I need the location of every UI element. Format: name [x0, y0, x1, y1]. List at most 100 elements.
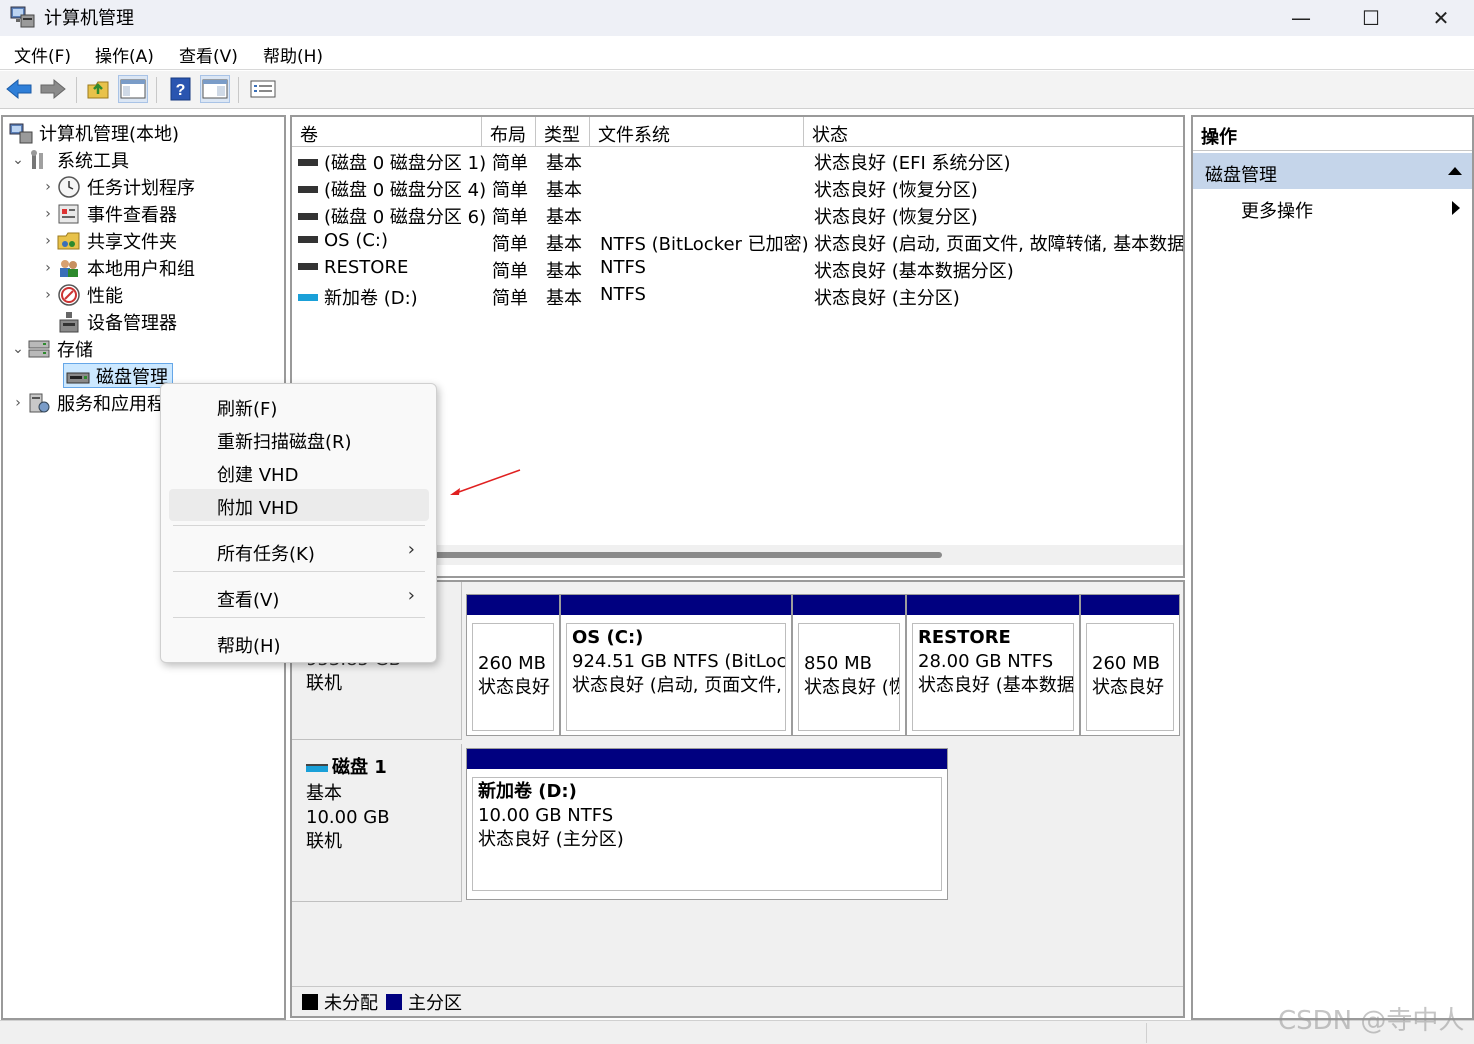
- tree-item-performance[interactable]: › 性能: [7, 281, 282, 308]
- legend-primary: 主分区: [408, 992, 462, 1014]
- volume-cell: (磁盘 0 磁盘分区 1): [298, 149, 486, 175]
- menu-separator: [173, 617, 425, 618]
- fs-cell: NTFS (BitLocker 已加密): [600, 234, 809, 255]
- forward-icon: [40, 78, 66, 100]
- status-bar-divider: [1146, 1023, 1147, 1043]
- chevron-right-icon[interactable]: ›: [39, 233, 57, 249]
- shared-folder-icon: [57, 232, 80, 249]
- chevron-right-icon[interactable]: ›: [39, 179, 57, 195]
- computer-management-icon: [10, 6, 35, 28]
- menu-item-all-tasks[interactable]: 所有任务(K) ›: [169, 535, 429, 567]
- header-label: 文件系统: [598, 125, 670, 146]
- tree-item-storage[interactable]: ⌄ 存储: [7, 335, 282, 362]
- partition-new-volume-d[interactable]: 新加卷 (D:) 10.00 GB NTFS 状态良好 (主分区): [466, 748, 948, 900]
- tree-item-local-users[interactable]: › 本地用户和组: [7, 254, 282, 281]
- performance-icon: [58, 283, 80, 306]
- disk-online: 联机: [306, 831, 342, 852]
- minimize-icon: —: [1291, 6, 1311, 30]
- actions-section-disk-management[interactable]: 磁盘管理: [1193, 153, 1472, 189]
- table-row[interactable]: (磁盘 0 磁盘分区 1) 简单 基本 状态良好 (EFI 系统分区): [292, 149, 1183, 176]
- tree-item-root[interactable]: 计算机管理(本地): [7, 119, 282, 146]
- window-title: 计算机管理: [44, 8, 134, 29]
- minimize-button[interactable]: —: [1266, 0, 1336, 36]
- menu-item-rescan-disks[interactable]: 重新扫描磁盘(R): [169, 423, 429, 455]
- collapse-up-icon[interactable]: [1448, 167, 1462, 175]
- partition-recovery[interactable]: 850 MB 状态良好 (恢: [792, 594, 906, 736]
- menu-item-refresh[interactable]: 刷新(F): [169, 390, 429, 422]
- scrollbar-thumb[interactable]: [432, 552, 942, 558]
- type-cell: 基本: [546, 153, 582, 174]
- maximize-icon: ☐: [1362, 6, 1380, 30]
- partition-status: 状态良好 (主分区): [478, 829, 624, 850]
- layout-cell: 简单: [492, 261, 528, 282]
- type-cell: 基本: [546, 234, 582, 255]
- layout-cell: 简单: [492, 234, 528, 255]
- table-row[interactable]: RESTORE 简单 基本 NTFS 状态良好 (基本数据分区): [292, 257, 1183, 284]
- tree-label: 本地用户和组: [87, 258, 195, 280]
- menu-item-attach-vhd[interactable]: 附加 VHD: [169, 489, 429, 521]
- toolbar: ?: [0, 71, 1474, 109]
- properties-button[interactable]: [248, 75, 278, 103]
- partition-body: 850 MB 状态良好 (恢: [798, 623, 900, 731]
- table-row[interactable]: OS (C:) 简单 基本 NTFS (BitLocker 已加密) 状态良好 …: [292, 230, 1183, 257]
- menu-separator: [173, 571, 425, 572]
- column-header-status[interactable]: 状态: [804, 117, 1183, 147]
- action-pane-button[interactable]: [200, 75, 230, 103]
- partition-size: 260 MB: [478, 653, 546, 674]
- tree-item-system-tools[interactable]: ⌄ 系统工具: [7, 146, 282, 173]
- chevron-right-icon[interactable]: ›: [9, 395, 27, 411]
- legend: 未分配 主分区: [292, 986, 1183, 1016]
- column-header-filesystem[interactable]: 文件系统: [590, 117, 804, 147]
- tree-item-event-viewer[interactable]: › 事件查看器: [7, 200, 282, 227]
- column-header-layout[interactable]: 布局: [482, 117, 536, 147]
- partition-recovery-2[interactable]: 260 MB 状态良好: [1080, 594, 1180, 736]
- partition-efi[interactable]: 260 MB 状态良好: [466, 594, 560, 736]
- partition-os-c[interactable]: OS (C:) 924.51 GB NTFS (BitLocke 状态良好 (启…: [560, 594, 792, 736]
- chevron-right-icon[interactable]: ›: [39, 206, 57, 222]
- menu-item-create-vhd[interactable]: 创建 VHD: [169, 456, 429, 488]
- volume-icon: [298, 159, 318, 166]
- forward-button[interactable]: [38, 75, 68, 103]
- back-icon: [6, 78, 32, 100]
- up-button[interactable]: [84, 75, 114, 103]
- column-header-type[interactable]: 类型: [536, 117, 590, 147]
- title-bar[interactable]: 计算机管理 — ☐ ✕: [0, 0, 1474, 36]
- chevron-right-icon[interactable]: ›: [39, 287, 57, 303]
- system-tools-icon: [31, 149, 43, 169]
- close-button[interactable]: ✕: [1406, 0, 1474, 36]
- chevron-right-icon[interactable]: ›: [39, 260, 57, 276]
- layout-cell: 简单: [492, 180, 528, 201]
- menu-file[interactable]: 文件(F): [14, 42, 71, 67]
- partition-size: 924.51 GB NTFS (BitLocke: [572, 651, 786, 672]
- toolbar-separator: [238, 77, 239, 103]
- tree-item-task-scheduler[interactable]: › 任务计划程序: [7, 173, 282, 200]
- maximize-button[interactable]: ☐: [1336, 0, 1406, 36]
- show-hide-tree-button[interactable]: [118, 75, 148, 103]
- tree-item-shared-folders[interactable]: › 共享文件夹: [7, 227, 282, 254]
- disk1-label[interactable]: 磁盘 1 基本 10.00 GB 联机: [292, 744, 462, 902]
- disk0-partitions: 260 MB 状态良好 OS (C:) 924.51 GB NTFS (BitL…: [466, 594, 1183, 736]
- table-row[interactable]: 新加卷 (D:) 简单 基本 NTFS 状态良好 (主分区): [292, 284, 1183, 311]
- back-button[interactable]: [4, 75, 34, 103]
- menu-item-help[interactable]: 帮助(H): [169, 627, 429, 659]
- menu-item-view[interactable]: 查看(V) ›: [169, 581, 429, 613]
- partition-restore[interactable]: RESTORE 28.00 GB NTFS 状态良好 (基本数据: [906, 594, 1080, 736]
- disk-icon: [306, 764, 328, 772]
- up-folder-icon: [87, 81, 109, 99]
- menu-help[interactable]: 帮助(H): [263, 42, 323, 67]
- menu-view[interactable]: 查看(V): [179, 42, 238, 67]
- table-row[interactable]: (磁盘 0 磁盘分区 4) 简单 基本 状态良好 (恢复分区): [292, 176, 1183, 203]
- users-icon: [60, 259, 78, 277]
- chevron-down-icon[interactable]: ⌄: [9, 341, 27, 357]
- selected-item-highlight: 磁盘管理: [63, 363, 173, 388]
- tree-item-device-manager[interactable]: 设备管理器: [7, 308, 282, 335]
- column-header-volume[interactable]: 卷: [292, 117, 482, 147]
- chevron-right-icon: ›: [407, 539, 415, 560]
- table-row[interactable]: (磁盘 0 磁盘分区 6) 简单 基本 状态良好 (恢复分区): [292, 203, 1183, 230]
- more-actions[interactable]: 更多操作: [1193, 193, 1472, 225]
- menu-action[interactable]: 操作(A): [95, 42, 154, 67]
- help-button[interactable]: ?: [166, 75, 196, 103]
- disk-type: 基本: [306, 783, 342, 804]
- properties-icon: [250, 80, 276, 98]
- chevron-down-icon[interactable]: ⌄: [9, 152, 27, 168]
